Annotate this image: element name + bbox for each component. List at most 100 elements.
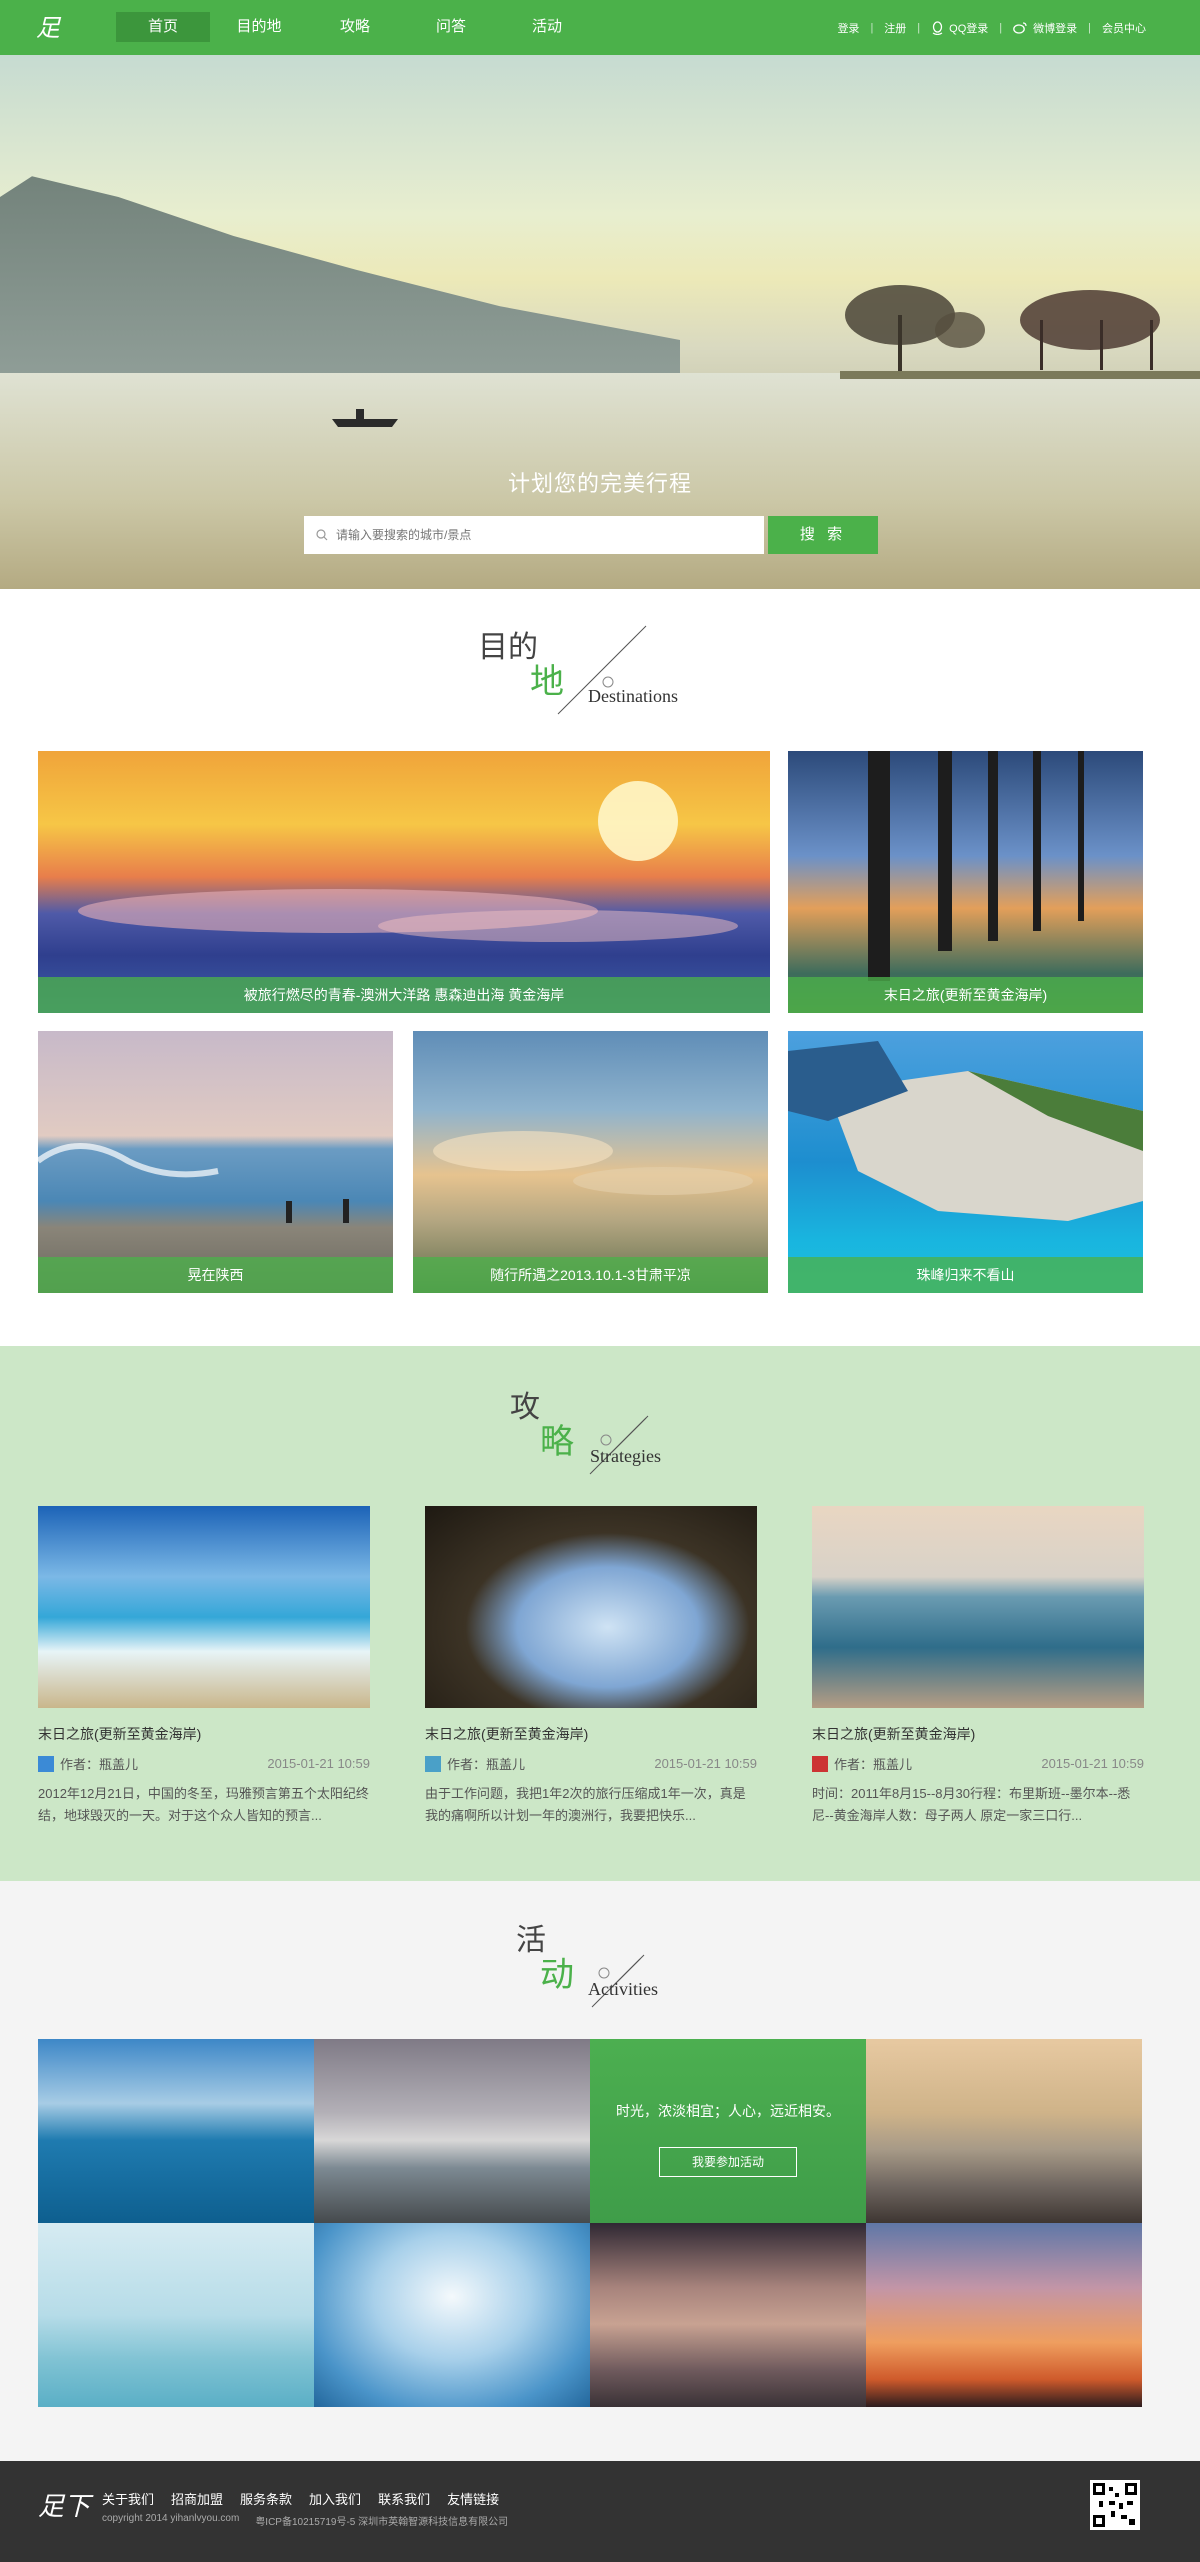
activity-tile[interactable]: [314, 2039, 590, 2223]
destination-image: [788, 1041, 1143, 1221]
destination-caption: 晃在陕西: [38, 1257, 393, 1293]
destination-image: [868, 751, 1084, 981]
destination-caption: 末日之旅(更新至黄金海岸): [788, 977, 1143, 1013]
icp-text: 粤ICP备10215719号-5 深圳市英翰智源科技信息有限公司: [255, 2517, 509, 2528]
login-link[interactable]: 登录: [837, 20, 859, 36]
qq-login-label: QQ登录: [949, 22, 989, 35]
avatar: [425, 1755, 441, 1772]
activities-heading: 活 动 Activities: [516, 1915, 756, 2015]
hero-boat: [332, 409, 398, 427]
destination-image: [38, 1143, 349, 1223]
footer-link-franchise[interactable]: 招商加盟: [171, 2489, 223, 2508]
copyright-text: copyright 2014 yihanlvyou.com: [102, 2513, 240, 2524]
footer-logo: 足下: [38, 2492, 91, 2522]
destination-image: [433, 1131, 753, 1195]
footer-link-terms[interactable]: 服务条款: [240, 2489, 292, 2508]
qr-code-pattern: [1093, 2483, 1137, 2527]
top-navbar: 足下 首页 目的地 攻略 问答 活动 登录 | 注册 | QQ登录 | 微博登录…: [0, 0, 1200, 82]
qq-login-link[interactable]: QQ登录: [931, 20, 988, 36]
activity-tile[interactable]: [866, 2223, 1142, 2407]
footer: 足下 关于我们 招商加盟 服务条款 加入我们 联系我们 友情链接 copyrig…: [0, 2461, 1200, 2562]
avatar: [812, 1755, 828, 1772]
divider: |: [870, 21, 874, 34]
strategy-description: 时间：2011年8月15--8月30行程：布里斯班--墨尔本--悉尼--黄金海岸…: [812, 1786, 1131, 1823]
activity-promo-text: 时光，浓淡相宜；人心，远近相安。: [616, 2103, 840, 2119]
footer-copyright: copyright 2014 yihanlvyou.com 粤ICP备10215…: [102, 2513, 508, 2528]
weibo-login-link[interactable]: 微博登录: [1013, 20, 1077, 36]
register-link[interactable]: 注册: [884, 20, 906, 36]
destinations-title-b: 地: [530, 662, 564, 702]
destination-caption: 随行所遇之2013.10.1-3甘肃平凉: [413, 1257, 768, 1293]
strategy-author: 作者：瓶盖儿: [447, 1757, 526, 1772]
strategy-author: 作者：瓶盖儿: [60, 1757, 139, 1772]
destinations-title-a: 目的: [478, 630, 538, 665]
divider: |: [1088, 21, 1091, 34]
strategies-title-en: Strategies: [590, 1446, 661, 1466]
strategy-description: 由于工作问题，我把1年2次的旅行压缩成1年一次，真是我的痛啊所以计划一年的澳洲行…: [425, 1786, 746, 1823]
search-input[interactable]: [336, 528, 764, 542]
hero-title: 计划您的完美行程: [507, 471, 692, 496]
join-activity-button[interactable]: 我要参加活动: [659, 2147, 797, 2177]
search-box: [304, 516, 764, 554]
activity-promo-tile: 时光，浓淡相宜；人心，远近相安。 我要参加活动: [590, 2039, 866, 2223]
destination-card[interactable]: 珠峰归来不看山: [788, 1031, 1143, 1293]
destination-caption: 珠峰归来不看山: [788, 1257, 1143, 1293]
activities-title-en: Activities: [588, 1979, 658, 1999]
destination-card[interactable]: 被旅行燃尽的青春-澳洲大洋路 惠森迪出海 黄金海岸: [38, 751, 770, 1013]
footer-link-join[interactable]: 加入我们: [309, 2489, 361, 2508]
qq-icon: [932, 20, 943, 35]
destination-image: [78, 781, 738, 942]
search-icon: [316, 529, 328, 541]
member-center-link[interactable]: 会员中心: [1102, 20, 1146, 36]
strategies-heading: 攻 略 Strategies: [510, 1382, 750, 1482]
strategies-title-a: 攻: [510, 1390, 540, 1425]
strategy-date: 2015-01-21 10:59: [1041, 1756, 1144, 1771]
strategy-title[interactable]: 末日之旅(更新至黄金海岸): [38, 1724, 370, 1744]
destinations-title-en: Destinations: [588, 686, 678, 706]
weibo-login-label: 微博登录: [1033, 22, 1078, 35]
strategy-card[interactable]: 末日之旅(更新至黄金海岸) 作者：瓶盖儿 2015-01-21 10:59 由于…: [425, 1506, 757, 1827]
strategy-image: [425, 1506, 757, 1708]
footer-links: 关于我们 招商加盟 服务条款 加入我们 联系我们 友情链接: [102, 2489, 499, 2508]
footer-link-contact[interactable]: 联系我们: [378, 2489, 430, 2508]
activity-tile[interactable]: [866, 2039, 1142, 2223]
strategy-title[interactable]: 末日之旅(更新至黄金海岸): [812, 1724, 1144, 1744]
divider: |: [917, 21, 921, 34]
strategy-title[interactable]: 末日之旅(更新至黄金海岸): [425, 1724, 757, 1744]
strategy-image: [38, 1506, 370, 1708]
activity-tile[interactable]: [314, 2223, 590, 2407]
nav-item-qa[interactable]: 问答: [404, 12, 498, 42]
search-button[interactable]: 搜 索: [768, 516, 878, 554]
strategy-meta: 作者：瓶盖儿 2015-01-21 10:59: [38, 1754, 370, 1773]
avatar: [38, 1755, 54, 1772]
hero-mountain: [0, 176, 680, 405]
nav-item-strategies[interactable]: 攻略: [308, 12, 402, 42]
destination-card[interactable]: 晃在陕西: [38, 1031, 393, 1293]
destination-card[interactable]: 随行所遇之2013.10.1-3甘肃平凉: [413, 1031, 768, 1293]
destination-caption: 被旅行燃尽的青春-澳洲大洋路 惠森迪出海 黄金海岸: [38, 977, 770, 1013]
strategy-meta: 作者：瓶盖儿 2015-01-21 10:59: [425, 1754, 757, 1773]
nav-item-home[interactable]: 首页: [116, 12, 210, 42]
destination-card[interactable]: 末日之旅(更新至黄金海岸): [788, 751, 1143, 1013]
strategies-section: 攻 略 Strategies 末日之旅(更新至黄金海岸) 作者：瓶盖儿 2015…: [0, 1346, 1200, 1881]
strategy-date: 2015-01-21 10:59: [654, 1756, 757, 1771]
strategy-meta: 作者：瓶盖儿 2015-01-21 10:59: [812, 1754, 1144, 1773]
site-logo[interactable]: 足下: [36, 8, 76, 82]
divider: |: [999, 21, 1003, 34]
qr-code-icon: [1090, 2480, 1140, 2530]
strategy-image: [812, 1506, 1144, 1708]
activity-tile[interactable]: [38, 2223, 314, 2407]
footer-link-friends[interactable]: 友情链接: [447, 2489, 499, 2508]
strategy-card[interactable]: 末日之旅(更新至黄金海岸) 作者：瓶盖儿 2015-01-21 10:59 时间…: [812, 1506, 1144, 1827]
strategy-description: 2012年12月21日，中国的冬至，玛雅预言第五个太阳纪终结，地球毁灭的一天。对…: [38, 1786, 369, 1823]
strategy-author: 作者：瓶盖儿: [834, 1757, 913, 1772]
hero-trees-illustration: [840, 285, 1200, 379]
footer-link-about[interactable]: 关于我们: [102, 2489, 154, 2508]
activity-tile[interactable]: [38, 2039, 314, 2223]
weibo-icon: [1013, 22, 1027, 34]
hero-banner: 计划您的完美行程 搜 索: [0, 55, 1200, 589]
nav-item-activities[interactable]: 活动: [500, 12, 594, 42]
activity-tile[interactable]: [590, 2223, 866, 2407]
strategy-card[interactable]: 末日之旅(更新至黄金海岸) 作者：瓶盖儿 2015-01-21 10:59 20…: [38, 1506, 370, 1827]
nav-item-destinations[interactable]: 目的地: [212, 12, 306, 42]
